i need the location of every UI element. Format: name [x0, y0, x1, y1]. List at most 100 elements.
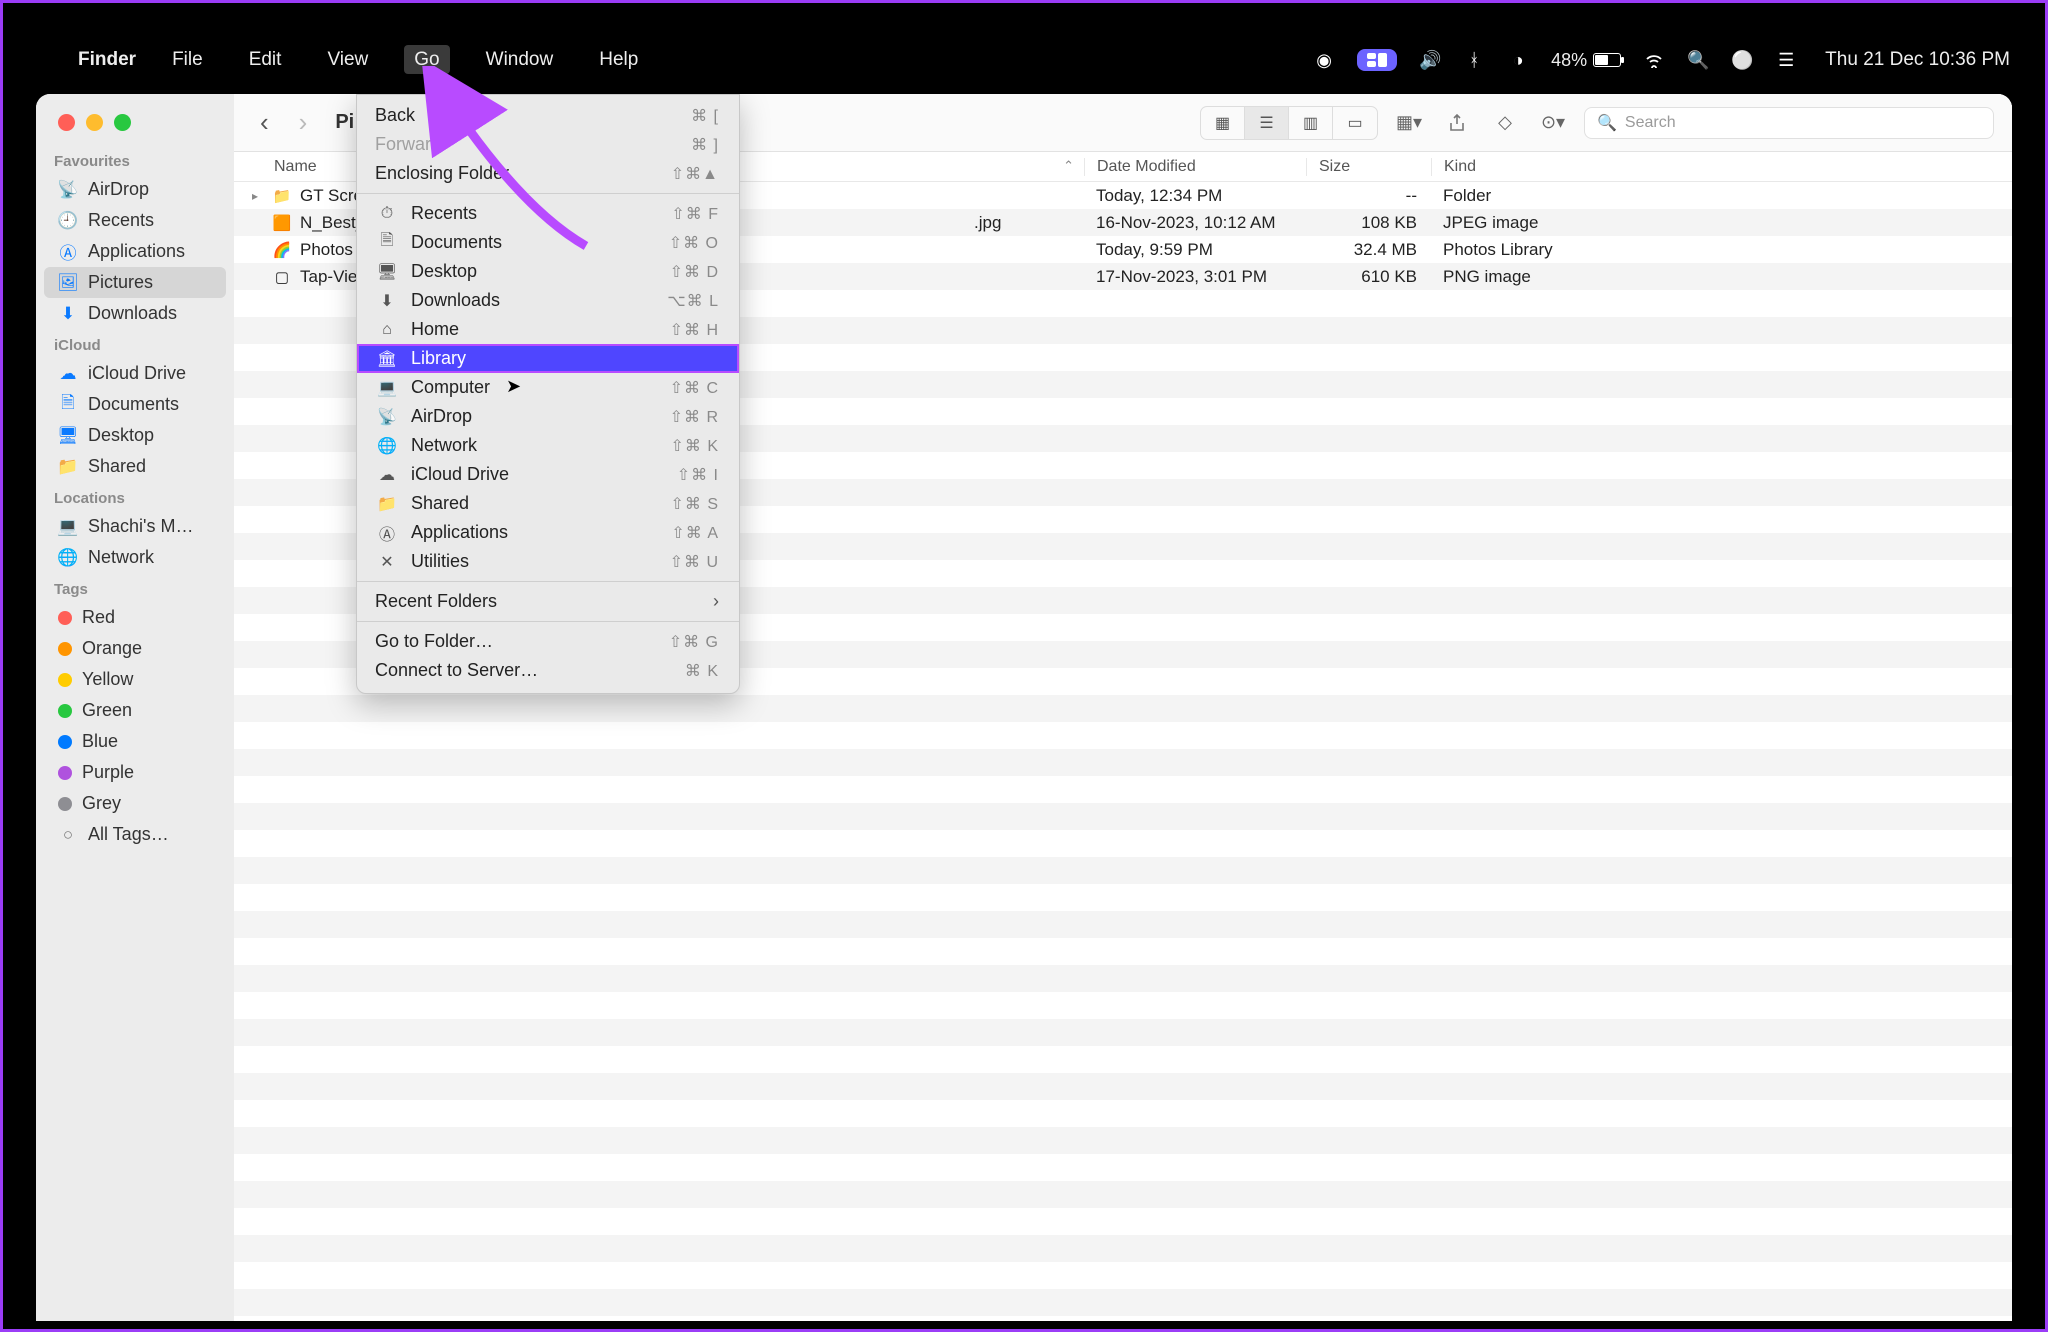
file-date: 17-Nov-2023, 3:01 PM: [1084, 267, 1306, 287]
empty-row: [234, 965, 2012, 992]
control-center-icon[interactable]: [1357, 49, 1397, 71]
go-menu-downloads[interactable]: ⬇Downloads⌥⌘ L: [357, 286, 739, 315]
group-by-button[interactable]: ▦▾: [1392, 107, 1426, 139]
menu-extras: ◉ 🔊 ᚼ ◑ 48% 🔍 ⚪ ☰ Thu 21 Dec 10:36 PM: [1313, 49, 2010, 71]
back-button[interactable]: ‹: [252, 107, 277, 138]
sidebar-item-shared[interactable]: 📁 Shared: [44, 451, 226, 482]
close-button[interactable]: [58, 114, 75, 131]
more-button[interactable]: ⊙▾: [1536, 107, 1570, 139]
chevron-right-icon: ›: [713, 591, 719, 612]
menu-item-icon: Ⓐ: [375, 521, 399, 545]
record-icon[interactable]: ◉: [1313, 49, 1335, 71]
window-title: Pi: [335, 111, 354, 134]
empty-row: [234, 1262, 2012, 1289]
share-button[interactable]: [1440, 107, 1474, 139]
go-menu-documents[interactable]: 🗎Documents⇧⌘ O: [357, 228, 739, 257]
battery-status[interactable]: 48%: [1551, 50, 1621, 71]
file-size: 32.4 MB: [1306, 240, 1431, 260]
go-menu-enclosing-folder[interactable]: Enclosing Folder⇧⌘▲: [357, 159, 739, 188]
sidebar-item-label: Shared: [88, 456, 146, 477]
menu-shortcut: ⇧⌘ I: [677, 465, 719, 485]
tags-button[interactable]: ◇: [1488, 107, 1522, 139]
menu-shortcut: ⇧⌘ A: [671, 523, 719, 543]
sidebar-item-shachi-s-m-[interactable]: 💻Shachi's M…: [44, 511, 226, 542]
go-menu-home[interactable]: ⌂Home⇧⌘ H: [357, 315, 739, 344]
volume-icon[interactable]: 🔊: [1419, 49, 1441, 71]
sidebar-item-purple[interactable]: Purple: [44, 757, 226, 788]
menu-shortcut: ⇧⌘ U: [670, 552, 719, 572]
sidebar-item-pictures[interactable]: 🖼Pictures: [44, 267, 226, 298]
go-menu-applications[interactable]: Ⓐ Applications⇧⌘ A: [357, 518, 739, 547]
sidebar-item-all-tags-[interactable]: ○All Tags…: [44, 819, 226, 850]
menu-view[interactable]: View: [317, 45, 378, 74]
go-menu-computer[interactable]: 💻Computer⇧⌘ C: [357, 373, 739, 402]
empty-row: [234, 1208, 2012, 1235]
all-tags-icon: ○: [58, 825, 78, 845]
menu-help[interactable]: Help: [589, 45, 648, 74]
file-icon: 🌈: [272, 242, 292, 258]
sidebar-item-grey[interactable]: Grey: [44, 788, 226, 819]
wifi-icon[interactable]: [1643, 49, 1665, 71]
minimize-button[interactable]: [86, 114, 103, 131]
cloud-icon: ☁: [58, 364, 78, 384]
menu-item-label: Applications: [411, 522, 671, 543]
sidebar-item-applications[interactable]: ⒶApplications: [44, 236, 226, 267]
go-menu-recent-folders[interactable]: Recent Folders›: [357, 587, 739, 616]
go-menu-go-to-folder-[interactable]: Go to Folder…⇧⌘ G: [357, 627, 739, 656]
menubar-clock[interactable]: Thu 21 Dec 10:36 PM: [1825, 49, 2010, 71]
siri-icon[interactable]: ⚪: [1731, 49, 1753, 71]
menu-item-label: Library: [411, 348, 719, 369]
sidebar-item-recents[interactable]: 🕘Recents: [44, 205, 226, 236]
sidebar-item-network[interactable]: 🌐Network: [44, 542, 226, 573]
go-menu-back[interactable]: Back⌘ [: [357, 101, 739, 130]
menu-file[interactable]: File: [162, 45, 213, 74]
sidebar-item-green[interactable]: Green: [44, 695, 226, 726]
menu-shortcut: ⇧⌘ G: [669, 632, 719, 652]
now-playing-icon[interactable]: ◑: [1507, 49, 1529, 71]
notifications-icon[interactable]: ☰: [1775, 49, 1797, 71]
list-view-button[interactable]: ☰: [1245, 107, 1289, 139]
menubar-app-name[interactable]: Finder: [78, 49, 136, 71]
sidebar-item-label: Downloads: [88, 303, 177, 324]
col-size[interactable]: Size: [1306, 158, 1431, 176]
go-menu-recents[interactable]: ⏱Recents⇧⌘ F: [357, 199, 739, 228]
gallery-view-button[interactable]: ▭: [1333, 107, 1377, 139]
column-view-button[interactable]: ▥: [1289, 107, 1333, 139]
menu-go[interactable]: Go: [404, 45, 449, 74]
sidebar-item-red[interactable]: Red: [44, 602, 226, 633]
menu-item-label: Recent Folders: [375, 591, 713, 612]
spotlight-icon[interactable]: 🔍: [1687, 49, 1709, 71]
go-menu-library[interactable]: 🏛Library: [357, 344, 739, 373]
go-menu-airdrop[interactable]: 📡AirDrop⇧⌘ R: [357, 402, 739, 431]
col-date[interactable]: Date Modified: [1084, 158, 1306, 176]
apps-icon: Ⓐ: [58, 242, 78, 262]
shared-icon: 📁: [58, 457, 78, 477]
go-menu-icloud-drive[interactable]: ☁iCloud Drive⇧⌘ I: [357, 460, 739, 489]
sidebar-item-orange[interactable]: Orange: [44, 633, 226, 664]
menu-edit[interactable]: Edit: [239, 45, 292, 74]
zoom-button[interactable]: [114, 114, 131, 131]
bluetooth-icon[interactable]: ᚼ: [1463, 49, 1485, 71]
menu-item-label: Documents: [411, 232, 669, 253]
sidebar-item-downloads[interactable]: ⬇Downloads: [44, 298, 226, 329]
sidebar-item-yellow[interactable]: Yellow: [44, 664, 226, 695]
sidebar-item-label: Purple: [82, 762, 134, 783]
icon-view-button[interactable]: ▦: [1201, 107, 1245, 139]
sidebar-item-documents[interactable]: 🗎Documents: [44, 389, 226, 420]
col-kind[interactable]: Kind: [1431, 158, 2012, 176]
sidebar-item-icloud-drive[interactable]: ☁iCloud Drive: [44, 358, 226, 389]
sidebar-item-blue[interactable]: Blue: [44, 726, 226, 757]
search-field[interactable]: 🔍 Search: [1584, 107, 1994, 139]
go-menu-utilities[interactable]: ✕Utilities⇧⌘ U: [357, 547, 739, 576]
sidebar-item-desktop[interactable]: 🖥Desktop: [44, 420, 226, 451]
disclosure-icon[interactable]: ▸: [252, 189, 264, 203]
go-menu-network[interactable]: 🌐Network⇧⌘ K: [357, 431, 739, 460]
battery-percent: 48%: [1551, 50, 1587, 71]
go-menu-shared[interactable]: 📁Shared⇧⌘ S: [357, 489, 739, 518]
forward-button[interactable]: ›: [291, 107, 316, 138]
menu-window[interactable]: Window: [476, 45, 564, 74]
go-menu-connect-to-server-[interactable]: Connect to Server…⌘ K: [357, 656, 739, 685]
sidebar-item-airdrop[interactable]: 📡AirDrop: [44, 174, 226, 205]
go-menu-desktop[interactable]: 🖥Desktop⇧⌘ D: [357, 257, 739, 286]
menu-item-label: Recents: [411, 203, 671, 224]
